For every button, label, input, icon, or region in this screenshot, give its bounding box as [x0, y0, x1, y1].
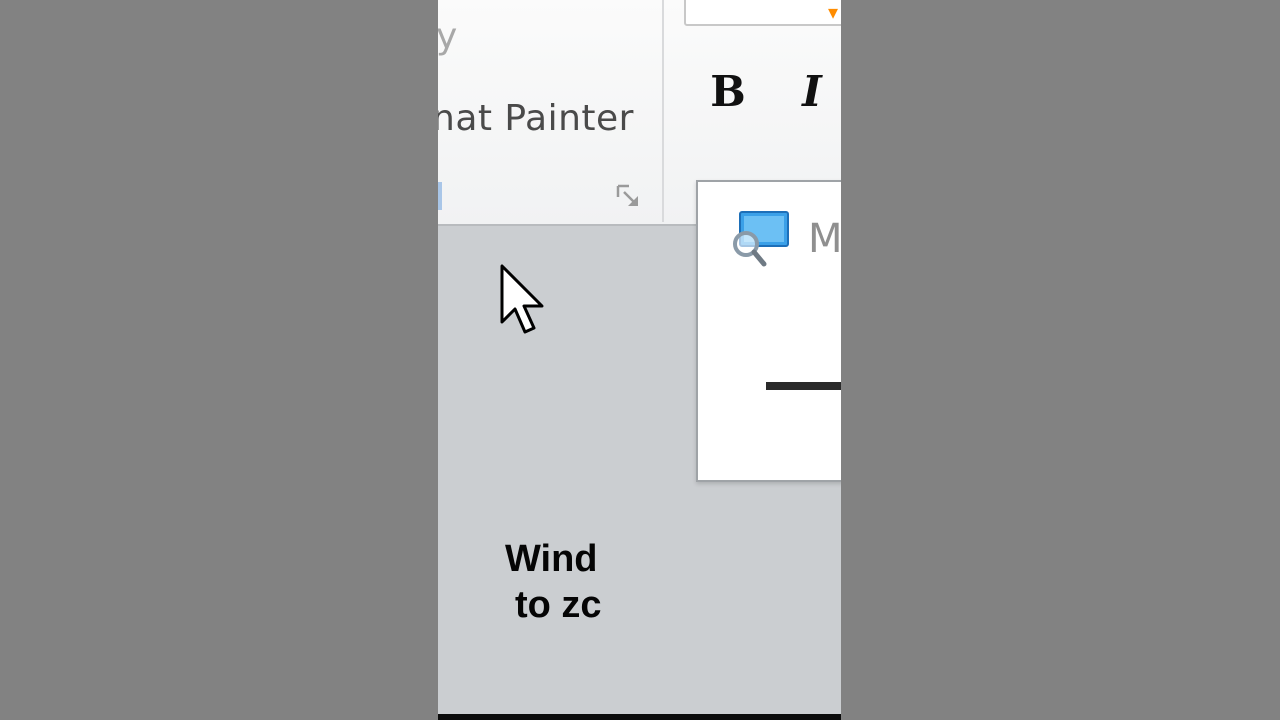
- zoomed-screen-frame: y nat Painter ▾ B I M Wind to zc: [438, 0, 841, 720]
- caption-line-2: to zc: [515, 584, 602, 626]
- dialog-launcher-icon[interactable]: [615, 183, 643, 211]
- mouse-pointer-icon: [500, 264, 544, 334]
- font-name-combobox[interactable]: [684, 0, 841, 26]
- frame-bottom-bar: [438, 714, 841, 720]
- clipboard-fragment-text: y: [438, 16, 458, 57]
- video-caption: Wind to zc: [505, 536, 605, 636]
- caption-line-1: Wind: [505, 538, 598, 580]
- ribbon-group-separator: [662, 0, 664, 222]
- magnifier-icon: [733, 211, 789, 267]
- group-footer-mark: [438, 182, 442, 210]
- right-letterbox: [841, 0, 1280, 720]
- bold-button[interactable]: B: [706, 64, 750, 120]
- minimize-icon[interactable]: [766, 382, 841, 390]
- italic-button[interactable]: I: [790, 64, 834, 120]
- format-painter-button[interactable]: nat Painter: [438, 98, 634, 139]
- font-combobox-arrow-icon[interactable]: ▾: [828, 0, 838, 25]
- magnifier-title: M: [808, 216, 841, 262]
- magnifier-window[interactable]: M: [696, 180, 841, 482]
- left-letterbox: [0, 0, 438, 720]
